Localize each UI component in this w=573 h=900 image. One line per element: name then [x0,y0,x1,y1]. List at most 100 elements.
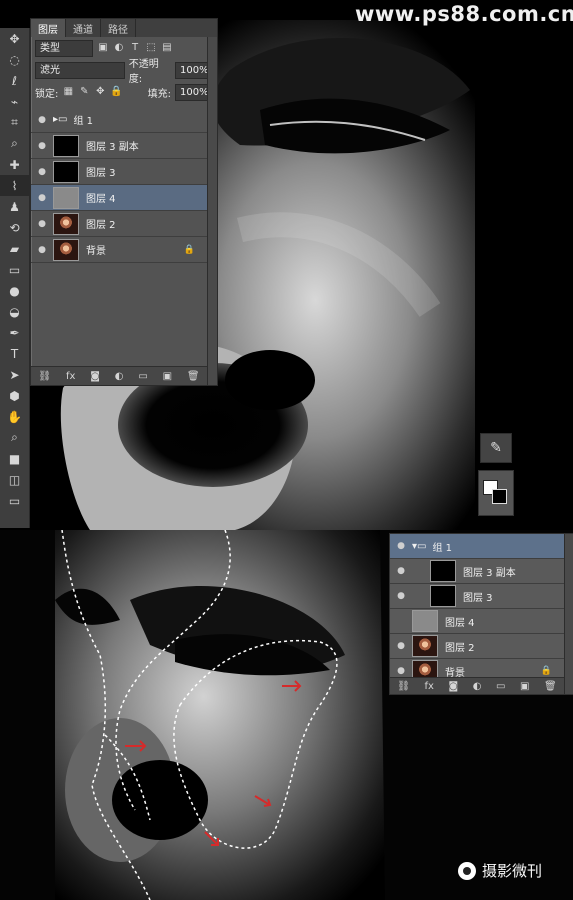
blend-mode-select[interactable]: 滤光 [35,61,125,79]
layer-thumbnail [53,160,79,183]
lock-label: 锁定: [35,88,59,100]
lock-position-icon[interactable]: ✥ [94,86,106,98]
eyedropper-icon[interactable]: ⌕ [0,133,29,154]
mask-icon[interactable]: ◙ [448,681,458,692]
smart-filter-icon[interactable]: ▤ [161,42,173,54]
type-filter-icon[interactable]: T [129,42,141,54]
healing-icon[interactable]: ✚ [0,154,29,175]
blend-row: 滤光 不透明度: 100% [31,59,217,85]
visibility-eye-icon[interactable]: ● [31,167,53,177]
stamp-icon[interactable]: ♟ [0,196,29,217]
layers-footer: ⛓ fx ◙ ◐ ▭ ▣ 🗑 [390,677,564,694]
visibility-eye-icon[interactable]: ● [390,541,412,551]
link-icon[interactable]: ⛓ [397,681,410,692]
gradient-icon[interactable]: ▭ [0,259,29,280]
layer-kind-select[interactable]: 类型 [35,39,93,57]
layer-name: 组 1 [73,116,94,127]
layer-thumbnail [53,186,79,209]
crop-icon[interactable]: ⌗ [0,112,29,133]
filter-row: 类型 ▣ ◐ T ⬚ ▤ [31,37,217,59]
history-brush-icon[interactable]: ⟲ [0,217,29,238]
layer-group[interactable]: ● ▸▭ 组 1 [31,107,207,133]
visibility-eye-icon[interactable]: ● [390,591,412,601]
lock-icon: 🔒 [183,244,195,255]
layer-row[interactable]: ● 图层 3 副本 [390,559,564,584]
layer-name: 图层 2 [445,642,475,654]
layer-name: 图层 2 [86,220,116,231]
link-icon[interactable]: ⛓ [38,371,51,382]
background-color-swatch[interactable] [492,489,507,504]
visibility-eye-icon[interactable]: ● [31,115,53,125]
folder-icon[interactable]: ▭ [138,371,147,382]
logo-text: 摄影微刊 [482,862,543,880]
folder-icon: ▾▭ [412,540,427,552]
visibility-eye-icon[interactable]: ● [390,666,412,676]
brush-preset-icon[interactable]: ✎ [480,433,512,463]
background-layer-row[interactable]: ● 背景 🔒 [31,237,207,263]
opacity-label: 不透明度: [128,59,159,85]
visibility-eye-icon[interactable]: ● [31,245,53,255]
visibility-eye-icon[interactable]: ● [31,193,53,203]
adjustment-icon[interactable]: ◐ [473,681,482,692]
marquee-icon[interactable]: ◌ [0,49,29,70]
panel-scrollbar[interactable] [564,534,573,694]
layers-panel-bottom: ● ▾▭ 组 1 ● 图层 3 副本 ● 图层 3 图层 4 ● 图层 2 ● 背景 🔒 ⛓ … [389,533,573,695]
lasso-icon[interactable]: ℓ [0,70,29,91]
mask-icon[interactable]: ◙ [90,371,100,382]
tab-layers[interactable]: 图层 [31,19,66,37]
path-select-icon[interactable]: ➤ [0,364,29,385]
tab-channels[interactable]: 通道 [66,19,101,37]
type-icon[interactable]: T [0,343,29,364]
wechat-logo: 摄影微刊 [458,860,542,881]
layer-row[interactable]: ● 图层 3 副本 [31,133,207,159]
blur-icon[interactable]: ● [0,280,29,301]
tab-paths[interactable]: 路径 [101,19,136,37]
layer-row[interactable]: ● 图层 3 [390,584,564,609]
quick-select-icon[interactable]: ⌁ [0,91,29,112]
layer-group[interactable]: ● ▾▭ 组 1 [390,534,564,559]
shape-icon[interactable]: ⬢ [0,385,29,406]
new-layer-icon[interactable]: ▣ [163,371,172,382]
layer-thumbnail [53,134,79,157]
screen-mode-icon[interactable]: ▭ [0,490,29,511]
quick-mask-icon[interactable]: ◫ [0,469,29,490]
lock-transparent-icon[interactable]: ▦ [62,86,74,98]
pen-icon[interactable]: ✒ [0,322,29,343]
hand-icon[interactable]: ✋ [0,406,29,427]
layer-row[interactable]: 图层 4 [390,609,564,634]
visibility-eye-icon[interactable]: ● [31,219,53,229]
layers-list: ● ▸▭ 组 1 ● 图层 3 副本 ● 图层 3 ● 图层 4 ● 图层 2 ● 背景 🔒 [31,107,207,263]
lock-image-icon[interactable]: ✎ [78,86,90,98]
layer-name: 图层 3 副本 [463,567,516,579]
pixel-filter-icon[interactable]: ▣ [97,42,109,54]
fx-icon[interactable]: fx [66,371,75,382]
visibility-eye-icon[interactable]: ● [390,566,412,576]
move-icon[interactable]: ✥ [0,28,29,49]
layer-name: 图层 3 [86,168,116,179]
layer-row[interactable]: ● 图层 3 [31,159,207,185]
adjustment-icon[interactable]: ◐ [115,371,124,382]
layer-row[interactable]: ● 图层 2 [390,634,564,659]
new-layer-icon[interactable]: ▣ [520,681,529,692]
dodge-icon[interactable]: ◒ [0,301,29,322]
layer-thumbnail [430,585,456,607]
folder-icon[interactable]: ▭ [496,681,505,692]
panel-scrollbar[interactable] [207,37,217,385]
brush-icon[interactable]: ⌇ [0,175,29,196]
trash-icon[interactable]: 🗑 [187,371,200,382]
layer-name: 图层 3 副本 [86,142,139,153]
lock-icon: 🔒 [540,666,552,676]
shape-filter-icon[interactable]: ⬚ [145,42,157,54]
lock-all-icon[interactable]: 🔒 [110,86,122,98]
layer-row[interactable]: ● 图层 2 [31,211,207,237]
zoom-icon[interactable]: ⌕ [0,427,29,448]
visibility-eye-icon[interactable]: ● [390,641,412,651]
layer-row-selected[interactable]: ● 图层 4 [31,185,207,211]
adjust-filter-icon[interactable]: ◐ [113,42,125,54]
visibility-eye-icon[interactable]: ● [31,141,53,151]
layer-name: 图层 4 [445,617,475,629]
foreground-background-icon[interactable]: ■ [0,448,29,469]
trash-icon[interactable]: 🗑 [544,681,557,692]
fx-icon[interactable]: fx [425,681,434,692]
eraser-icon[interactable]: ▰ [0,238,29,259]
